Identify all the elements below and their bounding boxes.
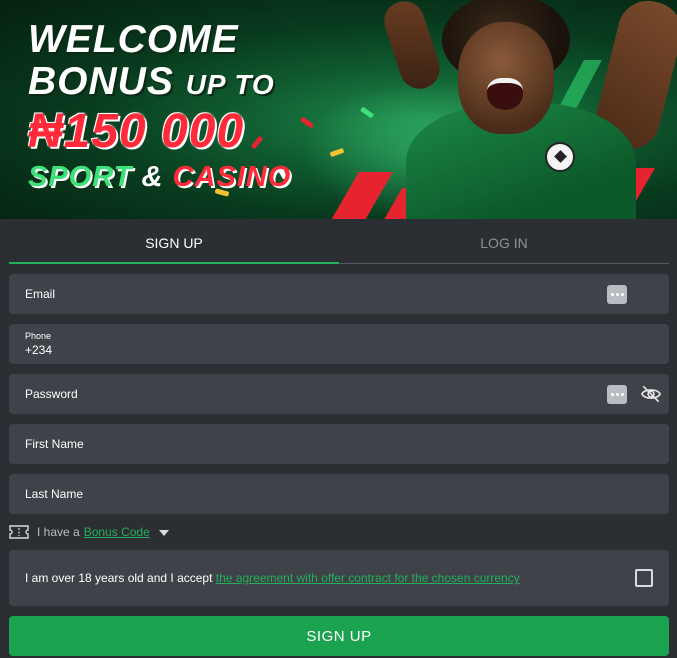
welcome-bonus-banner[interactable]: WELCOME BONUS UP TO ₦150 000 SPORT & CAS… xyxy=(0,0,677,219)
ball-badge-icon xyxy=(545,142,575,172)
headline-bonus-main: BONUS xyxy=(28,60,174,103)
phone-country-code: +234 xyxy=(25,343,53,357)
bonus-amount: ₦150 000 xyxy=(28,105,245,158)
autofill-dots-icon[interactable] xyxy=(607,285,627,304)
headline-welcome: WELCOME xyxy=(28,18,239,61)
email-label: Email xyxy=(25,287,56,301)
agreement-statement: I am over 18 years old and I accept xyxy=(25,571,216,585)
ticket-icon xyxy=(9,525,29,539)
agreement-link[interactable]: the agreement with offer contract for th… xyxy=(216,571,520,585)
player-mouth xyxy=(487,78,523,110)
headline-up-to: UP TO xyxy=(185,69,275,100)
agreement-text: I am over 18 years old and I accept the … xyxy=(25,571,520,585)
banner-headline: WELCOME BONUS UP TO ₦150 000 SPORT & CAS… xyxy=(28,20,291,192)
last-name-field[interactable]: Last Name xyxy=(9,474,669,514)
phone-field[interactable]: Phone +234 xyxy=(9,324,669,364)
password-label: Password xyxy=(25,387,78,401)
football-player-image xyxy=(379,0,677,219)
phone-label: Phone xyxy=(25,331,52,341)
headline-bonus: BONUS UP TO xyxy=(28,62,291,101)
bonus-code-toggle[interactable]: I have a Bonus Code xyxy=(9,522,169,542)
headline-sport-casino: SPORT & CASINO xyxy=(28,163,291,192)
first-name-field[interactable]: First Name xyxy=(9,424,669,464)
headline-amp: & xyxy=(141,161,164,193)
caret-down-icon[interactable] xyxy=(158,529,169,536)
headline-casino: CASINO xyxy=(172,161,292,193)
autofill-dots-icon[interactable] xyxy=(607,385,627,404)
last-name-label: Last Name xyxy=(25,487,84,501)
first-name-label: First Name xyxy=(25,437,84,451)
email-field[interactable]: Email xyxy=(9,274,669,314)
password-field[interactable]: Password xyxy=(9,374,669,414)
agreement-checkbox[interactable] xyxy=(635,569,653,587)
headline-sport: SPORT xyxy=(28,161,133,193)
eye-slash-icon[interactable] xyxy=(640,384,662,404)
tab-log-in[interactable]: LOG IN xyxy=(339,223,669,263)
tab-sign-up[interactable]: SIGN UP xyxy=(9,223,339,264)
sign-up-button[interactable]: SIGN UP xyxy=(9,616,669,656)
auth-tabs: SIGN UP LOG IN xyxy=(9,223,669,264)
agreement-box: I am over 18 years old and I accept the … xyxy=(9,550,669,606)
bonus-code-link[interactable]: Bonus Code xyxy=(84,525,150,539)
bonus-code-prefix: I have a xyxy=(37,525,80,539)
